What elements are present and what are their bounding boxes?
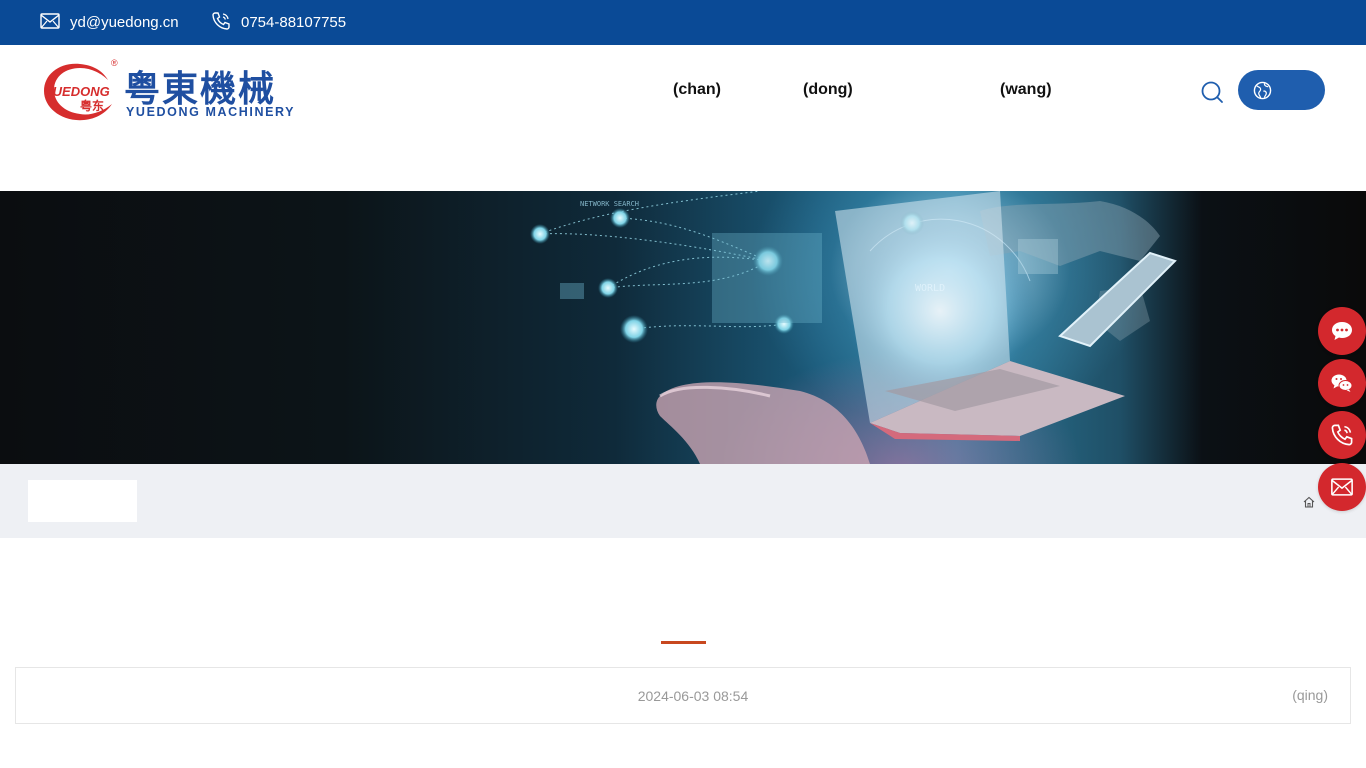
section-tab[interactable] <box>28 480 137 522</box>
contact-email-text: yd@yuedong.cn <box>70 14 179 31</box>
contact-phone-text: 0754-88107755 <box>241 14 347 31</box>
banner-illustration: NETWORK SEARCH WORLD <box>530 191 1177 464</box>
nav-item-wang[interactable]: (wang) <box>1000 75 1052 105</box>
contact-email[interactable]: yd@yuedong.cn <box>40 0 179 45</box>
breadcrumb <box>0 464 1366 538</box>
contact-phone[interactable]: 0754-88107755 <box>211 0 346 45</box>
article-date: 2024-06-03 08:54 <box>637 688 749 704</box>
phone-contact-button[interactable] <box>1318 411 1366 459</box>
wechat-button[interactable] <box>1318 359 1366 407</box>
search-icon <box>1201 81 1223 103</box>
article-meta: 2024-06-03 08:54 (qing) <box>15 667 1351 724</box>
logo-brand-en: YUEDONG MACHINERY <box>126 105 296 119</box>
wechat-icon <box>1331 374 1353 392</box>
article-meta-right[interactable]: (qing) <box>1292 668 1328 723</box>
nav-item-dong[interactable]: (dong) <box>803 75 853 105</box>
breadcrumb-home-link[interactable] <box>1302 495 1316 509</box>
hero-banner: NETWORK SEARCH WORLD <box>0 191 1366 464</box>
phone-icon <box>1331 424 1353 446</box>
home-icon <box>1303 496 1315 508</box>
site-logo[interactable]: YUEDONG 粤东 ® 粤東機械 YUEDONG MACHINERY <box>40 58 296 124</box>
logo-emblem: YUEDONG 粤东 <box>44 63 112 121</box>
registered-mark: ® <box>111 58 118 68</box>
envelope-icon <box>40 12 70 33</box>
envelope-icon <box>1331 478 1353 496</box>
logo-emblem-text: YUEDONG <box>44 84 110 99</box>
logo-emblem-text-cn: 粤东 <box>80 98 104 113</box>
site-header: YUEDONG 粤东 ® 粤東機械 YUEDONG MACHINERY (cha… <box>0 45 1366 191</box>
svg-text:WORLD: WORLD <box>915 283 945 294</box>
chat-bubble-icon <box>1332 322 1352 340</box>
search-button[interactable] <box>1199 79 1225 105</box>
svg-text:NETWORK SEARCH: NETWORK SEARCH <box>580 200 639 208</box>
title-accent-line <box>661 641 706 644</box>
language-button[interactable] <box>1238 70 1325 110</box>
nav-item-chan[interactable]: (chan) <box>673 75 721 105</box>
phone-icon <box>211 11 241 35</box>
globe-icon <box>1253 81 1272 100</box>
email-contact-button[interactable] <box>1318 463 1366 511</box>
online-chat-button[interactable] <box>1318 307 1366 355</box>
top-contact-bar: yd@yuedong.cn 0754-88107755 <box>0 0 1366 45</box>
